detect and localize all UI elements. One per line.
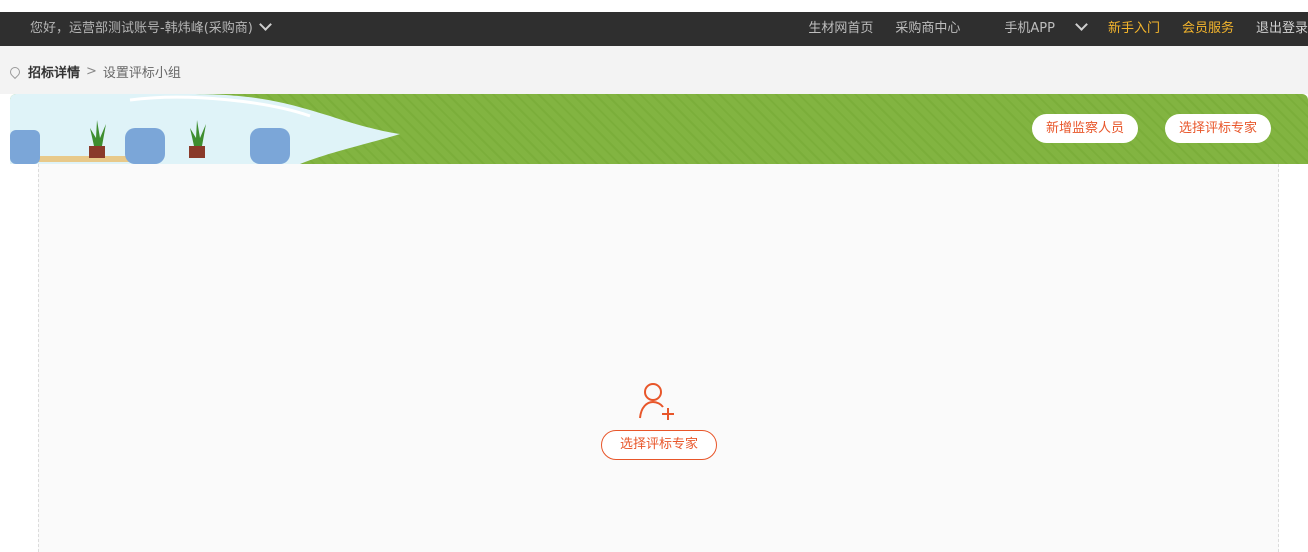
select-expert-center-button[interactable]: 选择评标专家 [601, 430, 717, 460]
main-panel: 选择评标专家 [38, 164, 1279, 552]
top-bar: 您好，运营部测试账号-韩炜峰(采购商) 生材网首页 采购商中心 手机APP 新手… [0, 12, 1308, 46]
chevron-down-icon [258, 18, 272, 31]
nav-home-link[interactable]: 生材网首页 [808, 12, 873, 46]
nav-mobile-app-dropdown[interactable]: 手机APP [982, 12, 1088, 46]
nav-mobile-app-label: 手机APP [1004, 21, 1055, 36]
nav-buyer-center-link[interactable]: 采购商中心 [895, 12, 960, 46]
breadcrumb-current: 设置评标小组 [102, 66, 181, 81]
select-expert-button[interactable]: 选择评标专家 [1165, 114, 1272, 143]
top-nav: 生材网首页 采购商中心 手机APP 新手入门 会员服务 退出登录 [786, 12, 1308, 46]
breadcrumb-separator: > [86, 64, 97, 79]
banner-illustration [10, 94, 400, 164]
breadcrumb-link-bid-details[interactable]: 招标详情 [28, 62, 80, 81]
chevron-down-icon [1075, 18, 1088, 31]
breadcrumb: 招标详情 > 设置评标小组 [7, 62, 181, 81]
nav-logout-link[interactable]: 退出登录 [1256, 12, 1308, 46]
nav-member-service-link[interactable]: 会员服务 [1182, 12, 1234, 46]
add-user-icon [639, 383, 674, 420]
user-greeting: 您好，运营部测试账号-韩炜峰(采购商) [30, 21, 253, 36]
add-supervisor-button[interactable]: 新增监察人员 [1032, 114, 1139, 143]
nav-beginner-link[interactable]: 新手入门 [1108, 12, 1160, 46]
breadcrumb-bar: 招标详情 > 设置评标小组 [0, 46, 1308, 94]
banner: 新增监察人员 选择评标专家 [10, 94, 1308, 164]
user-greeting-dropdown[interactable]: 您好，运营部测试账号-韩炜峰(采购商) [30, 12, 272, 46]
location-pin-icon [7, 64, 23, 79]
